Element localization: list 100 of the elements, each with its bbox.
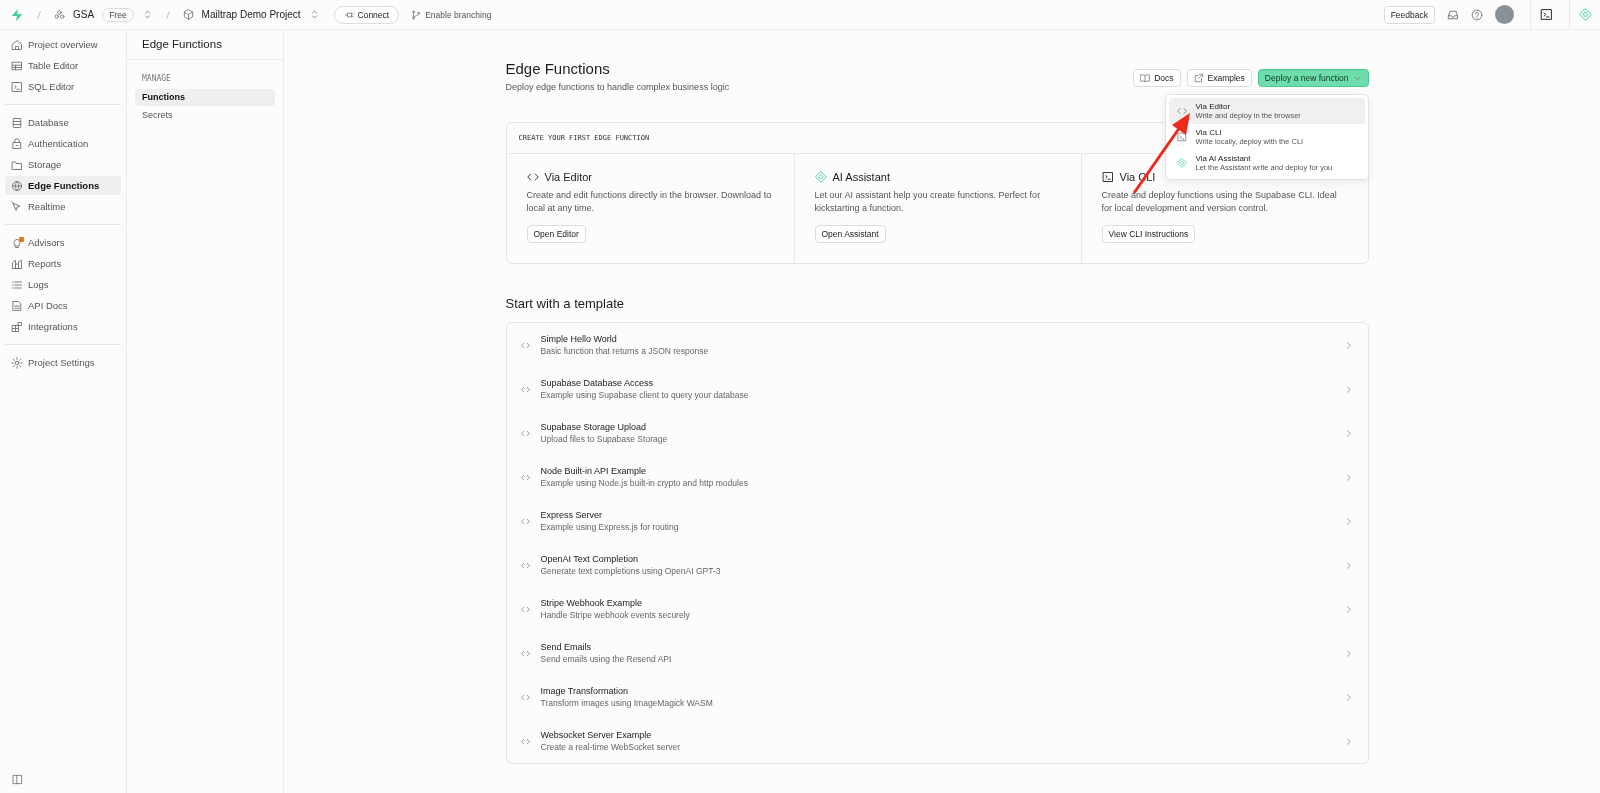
nav-icon [11, 38, 23, 51]
nav-icon [11, 278, 23, 291]
page-subtitle: Deploy edge functions to handle complex business logic [505, 82, 730, 92]
template-title: Supabase Database Access [540, 378, 655, 388]
template-description: Example using Node.js built-in crypto and http modules [540, 478, 749, 488]
template-description: Generate text completions using OpenAI GPT-3 [540, 566, 722, 576]
assistant-icon[interactable] [1578, 8, 1592, 21]
nav-icon [11, 137, 23, 150]
option-description: Let our AI assistant help you create functions. Perfect for kickstarting a function. [814, 189, 1042, 215]
template-description: Handle Stripe webhook events securely [540, 610, 691, 620]
code-icon [520, 472, 530, 482]
org-icon [54, 9, 65, 20]
option-button[interactable]: View CLI Instructions [1101, 225, 1196, 243]
template-title: Image Transformation [540, 686, 630, 696]
nav-icon [11, 236, 23, 249]
nav-item[interactable]: Realtime [5, 197, 121, 216]
nav-item[interactable]: Reports [5, 254, 121, 273]
menu-item-title: Via CLI [1195, 128, 1223, 137]
feedback-button[interactable]: Feedback [1383, 5, 1435, 24]
submenu-item[interactable]: Secrets [135, 107, 275, 124]
nav-item[interactable]: Logs [5, 275, 121, 294]
header-button[interactable]: Examples [1186, 69, 1252, 87]
template-description: Basic function that returns a JSON response [540, 346, 710, 356]
panel-title: Edge Functions [127, 30, 283, 60]
diamond-icon [814, 171, 827, 183]
inbox-icon[interactable] [1447, 8, 1459, 21]
template-row[interactable]: Simple Hello World Basic function that returns a JSON response [506, 323, 1368, 367]
section-label: MANAGE [141, 74, 172, 83]
nav-item[interactable]: Authentication [5, 134, 121, 153]
nav-item[interactable]: API Docs [5, 296, 121, 315]
terminal-icon [1176, 132, 1187, 142]
template-title: Send Emails [540, 642, 593, 652]
nav-icon [11, 257, 23, 270]
plug-icon [343, 9, 354, 20]
sidebar-toggle-icon[interactable] [12, 774, 23, 785]
option-description: Create and deploy functions using the Supabase CLI. Ideal for local development and version control. [1101, 189, 1338, 215]
nav-icon [11, 158, 23, 171]
menu-item-title: Via AI Assistant [1195, 154, 1252, 163]
code-icon [520, 560, 530, 570]
code-icon [520, 428, 530, 438]
terminal-icon[interactable] [1539, 8, 1553, 21]
template-row[interactable]: Supabase Storage Upload Upload files to Supabase Storage [506, 411, 1368, 455]
nav-item[interactable]: Table Editor [5, 56, 121, 75]
template-row[interactable]: Node Built-in API Example Example using Node.js built-in crypto and http modules [506, 455, 1368, 499]
enable-branching-button[interactable]: Enable branching [407, 7, 496, 22]
template-title: Supabase Storage Upload [540, 422, 648, 432]
template-row[interactable]: Express Server Example using Express.js for routing [506, 499, 1368, 543]
template-row[interactable]: Supabase Database Access Example using Supabase client to query your database [506, 367, 1368, 411]
option-button[interactable]: Open Editor [526, 225, 586, 243]
header-button[interactable]: Docs [1133, 69, 1181, 87]
external-link-icon [1193, 73, 1204, 83]
nav-icon [11, 299, 23, 312]
avatar[interactable] [1495, 5, 1514, 24]
template-description: Transform images using ImageMagick WASM [540, 698, 714, 708]
breadcrumb-separator-icon [164, 9, 171, 20]
code-icon [526, 171, 539, 183]
org-name[interactable]: GSA [73, 9, 95, 20]
nav-item[interactable]: Integrations [5, 317, 121, 336]
template-description: Example using Express.js for routing [540, 522, 680, 532]
nav-icon [11, 320, 23, 333]
nav-item[interactable]: Edge Functions [5, 176, 121, 195]
option-button[interactable]: Open Assistant [814, 225, 886, 243]
help-icon[interactable] [1471, 8, 1483, 21]
code-icon [520, 736, 530, 746]
project-name[interactable]: Mailtrap Demo Project [201, 9, 301, 20]
code-icon [520, 648, 530, 658]
project-icon [182, 9, 194, 20]
template-description: Example using Supabase client to query your database [540, 390, 750, 400]
deploy-button[interactable]: Deploy a new function [1257, 69, 1369, 87]
code-icon [520, 340, 530, 350]
nav-item[interactable]: Project Settings [5, 353, 121, 372]
nav-icon [11, 179, 23, 192]
nav-item[interactable]: Advisors [5, 233, 121, 252]
template-description: Send emails using the Resend API [540, 654, 673, 664]
code-icon [520, 516, 530, 526]
template-row[interactable]: Stripe Webhook Example Handle Stripe webhook events securely [506, 587, 1368, 631]
submenu-item[interactable]: Functions [135, 89, 275, 106]
template-title: Node Built-in API Example [540, 466, 648, 476]
nav-icon [11, 80, 23, 93]
template-row[interactable]: Websocket Server Example Create a real-time WebSocket server [506, 719, 1368, 763]
template-title: Simple Hello World [540, 334, 618, 344]
code-icon [520, 692, 530, 702]
nav-item[interactable]: Storage [5, 155, 121, 174]
diamond-icon [1176, 158, 1187, 168]
nav-icon [11, 356, 23, 369]
nav-item[interactable]: Project overview [5, 35, 121, 54]
template-title: OpenAI Text Completion [540, 554, 639, 564]
template-row[interactable]: Send Emails Send emails using the Resend API [506, 631, 1368, 675]
template-row[interactable]: Image Transformation Transform images using ImageMagick WASM [506, 675, 1368, 719]
connect-button[interactable]: Connect [333, 5, 400, 24]
nav-icon [11, 59, 23, 72]
breadcrumb-separator-icon [36, 9, 42, 20]
lightning-logo-icon[interactable] [10, 7, 24, 22]
terminal-prompt-icon [1101, 171, 1114, 183]
menu-item-title: Via Editor [1195, 102, 1232, 111]
section-title: Start with a template [505, 296, 625, 311]
nav-item[interactable]: Database [5, 113, 121, 132]
template-row[interactable]: OpenAI Text Completion Generate text completions using OpenAI GPT-3 [506, 543, 1368, 587]
nav-item[interactable]: SQL Editor [5, 77, 121, 96]
page-title: Edge Functions [505, 60, 611, 77]
